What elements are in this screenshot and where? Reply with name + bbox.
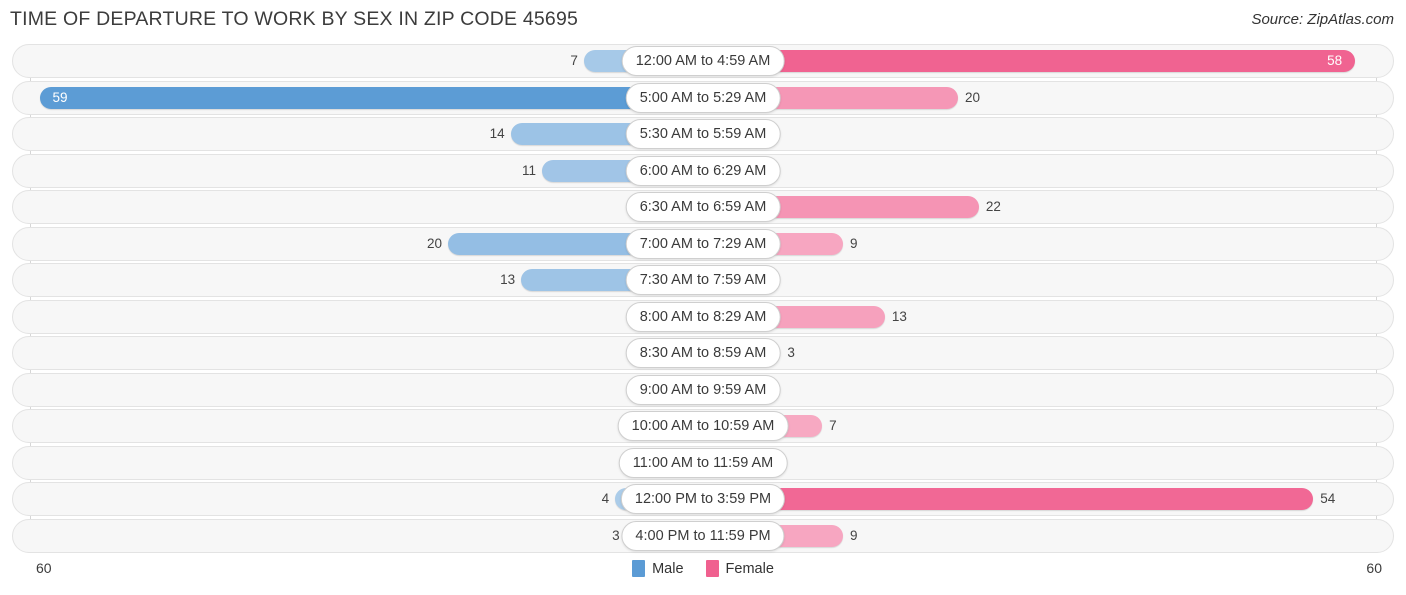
- value-label-female: 9: [850, 235, 858, 251]
- value-label-female: 22: [985, 199, 1001, 214]
- value-label-female: 58: [1327, 53, 1343, 68]
- value-label-male: 13: [500, 272, 516, 287]
- chart-row: 0710:00 AM to 10:59 AM: [0, 409, 1406, 445]
- category-label: 7:30 AM to 7:59 AM: [625, 265, 781, 295]
- chart-row: 3 9 4:00 PM to 11:59 PM: [0, 518, 1406, 555]
- category-label: 5:30 AM to 5:59 AM: [625, 119, 781, 149]
- value-label-male: 4: [601, 491, 610, 506]
- category-label: 11:00 AM to 11:59 AM: [618, 447, 788, 478]
- value-label-male: 14: [489, 126, 505, 141]
- category-label: 4:00 PM to 11:59 PM: [621, 520, 785, 551]
- category-label: 12:00 AM to 4:59 AM: [621, 46, 785, 76]
- chart-footer: 60 60 Male Female: [0, 556, 1406, 595]
- legend-swatch-female-icon: [705, 560, 719, 577]
- legend-label-female: Female: [725, 560, 774, 577]
- category-label: 10:00 AM to 10:59 AM: [617, 411, 789, 441]
- category-label: 8:30 AM to 8:59 AM: [625, 338, 781, 368]
- chart-row: 0226:30 AM to 6:59 AM: [0, 190, 1406, 226]
- value-label-female: 3: [787, 345, 795, 360]
- value-label-female: 7: [829, 418, 837, 433]
- chart-row: 4 54 12:00 PM to 3:59 PM: [0, 482, 1406, 518]
- chart-row: 1106:00 AM to 6:29 AM: [0, 153, 1406, 190]
- chart-row: 0011:00 AM to 11:59 AM: [0, 445, 1406, 482]
- legend-item-female[interactable]: Female: [705, 560, 774, 577]
- chart-row: 0138:00 AM to 8:29 AM: [0, 299, 1406, 336]
- page-title: TIME OF DEPARTURE TO WORK BY SEX IN ZIP …: [10, 8, 579, 30]
- value-label-male: 3: [612, 527, 620, 543]
- category-label: 12:00 PM to 3:59 PM: [620, 484, 786, 514]
- legend-label-male: Male: [652, 560, 684, 577]
- chart-row: 1307:30 AM to 7:59 AM: [0, 263, 1406, 299]
- value-label-male: 20: [426, 235, 442, 251]
- value-label-male: 59: [52, 89, 68, 105]
- category-label: 6:00 AM to 6:29 AM: [625, 155, 781, 186]
- chart-row: 038:30 AM to 8:59 AM: [0, 336, 1406, 372]
- chart-row: 1405:30 AM to 5:59 AM: [0, 117, 1406, 153]
- value-label-female: 9: [850, 527, 858, 543]
- source-attribution: Source: ZipAtlas.com: [1251, 11, 1394, 28]
- value-label-female: 54: [1320, 491, 1336, 506]
- legend-swatch-male-icon: [632, 560, 646, 577]
- value-label-male: 7: [570, 53, 578, 68]
- legend-item-male[interactable]: Male: [632, 560, 684, 577]
- value-label-male: 11: [522, 162, 537, 178]
- bar-male[interactable]: [40, 86, 703, 109]
- chart-legend: Male Female: [0, 560, 1406, 577]
- chart-row: 009:00 AM to 9:59 AM: [0, 372, 1406, 409]
- value-label-female: 13: [891, 308, 907, 324]
- bar-female[interactable]: [703, 50, 1356, 72]
- category-label: 9:00 AM to 9:59 AM: [625, 374, 781, 405]
- chart-row: 59 20 5:00 AM to 5:29 AM: [0, 80, 1406, 117]
- chart-plot-area: 7 58 12:00 AM to 4:59 AM 59 20 5:00 AM to 5:2…: [0, 44, 1406, 553]
- bar-female[interactable]: [703, 488, 1314, 510]
- category-label: 5:00 AM to 5:29 AM: [625, 82, 781, 113]
- value-label-female: 20: [965, 89, 981, 105]
- category-label: 7:00 AM to 7:29 AM: [625, 228, 781, 259]
- category-label: 8:00 AM to 8:29 AM: [625, 301, 781, 332]
- chart-header: TIME OF DEPARTURE TO WORK BY SEX IN ZIP …: [0, 0, 1406, 42]
- chart-row: 7 58 12:00 AM to 4:59 AM: [0, 44, 1406, 80]
- category-label: 6:30 AM to 6:59 AM: [625, 192, 781, 222]
- chart-row: 20 9 7:00 AM to 7:29 AM: [0, 226, 1406, 263]
